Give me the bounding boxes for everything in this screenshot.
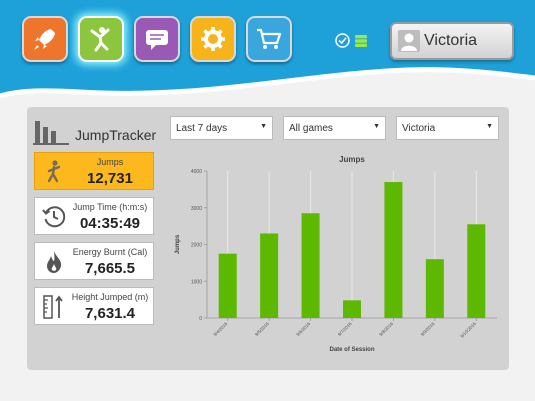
database-icon — [355, 34, 367, 47]
stat-label: Height Jumped (m) — [71, 292, 149, 302]
store-app-button[interactable] — [246, 16, 292, 62]
chart-title: Jumps — [339, 155, 365, 164]
x-tick-label: 9/6/2016 — [295, 321, 311, 337]
jumper-icon — [47, 160, 61, 183]
activity-app-button[interactable] — [78, 16, 124, 62]
chat-icon — [146, 30, 168, 50]
x-tick-label: 9/4/2016 — [212, 321, 228, 337]
user-avatar-icon — [398, 30, 420, 52]
height-ruler-icon — [43, 295, 63, 319]
x-tick-label: 9/5/2016 — [254, 321, 270, 337]
y-axis-label: Jumps — [175, 234, 181, 254]
stat-card-jump-time: Jump Time (h:m:s) 04:35:49 — [34, 197, 154, 235]
y-tick-label: 1000 — [191, 279, 202, 285]
x-tick-label: 9/9/2016 — [420, 321, 436, 337]
top-nav-bar: Victoria — [0, 0, 535, 110]
chevron-down-icon: ▼ — [260, 123, 267, 130]
cart-icon — [257, 28, 282, 49]
player-dropdown-value: Victoria — [402, 123, 436, 134]
stat-card-height: Height Jumped (m) 7,631.4 — [34, 287, 154, 325]
bar — [384, 182, 403, 318]
game-dropdown-value: All games — [289, 123, 333, 134]
y-tick-label: 4000 — [191, 169, 202, 175]
bar — [260, 233, 279, 318]
bar — [343, 300, 361, 318]
stat-value: 12,731 — [87, 170, 133, 187]
app-title: JumpTracker — [75, 127, 157, 143]
y-tick-label: 0 — [199, 316, 202, 322]
stat-label: Jump Time (h:m:s) — [72, 202, 148, 212]
x-tick-label: 9/7/2016 — [337, 321, 353, 337]
bar — [301, 213, 320, 318]
bar — [425, 259, 444, 318]
stat-value: 7,631.4 — [84, 305, 136, 322]
bar — [467, 224, 486, 318]
x-tick-label: 9/10/2016 — [459, 321, 477, 339]
y-tick-label: 3000 — [191, 206, 202, 212]
bar — [218, 253, 237, 318]
bar-chart-logo-icon — [33, 121, 69, 145]
app-logo: JumpTracker — [33, 117, 156, 145]
check-circle-icon — [335, 33, 350, 48]
messages-app-button[interactable] — [134, 16, 180, 62]
stat-value: 04:35:49 — [79, 215, 141, 232]
x-axis-label: Date of Session — [329, 347, 374, 353]
jumping-person-icon — [90, 27, 110, 52]
stat-card-energy: Energy Burnt (Cal) 7,665.5 — [34, 242, 154, 280]
gear-icon — [201, 27, 225, 51]
dashboard-panel: JumpTracker Last 7 days ▼ All games ▼ Vi… — [27, 107, 509, 370]
rocket-icon — [34, 29, 55, 50]
y-tick-label: 2000 — [191, 243, 202, 249]
user-name: Victoria — [424, 32, 478, 49]
settings-app-button[interactable] — [190, 16, 236, 62]
game-dropdown[interactable]: All games ▼ — [283, 116, 386, 140]
period-dropdown-value: Last 7 days — [176, 123, 228, 134]
rocket-app-button[interactable] — [22, 16, 68, 62]
status-icons — [335, 33, 368, 48]
clock-icon — [42, 206, 66, 228]
chevron-down-icon: ▼ — [486, 123, 493, 130]
x-tick-label: 9/8/2016 — [378, 321, 394, 337]
period-dropdown[interactable]: Last 7 days ▼ — [170, 116, 273, 140]
stat-label: Energy Burnt (Cal) — [72, 247, 148, 257]
stat-value: 7,665.5 — [84, 260, 136, 277]
player-dropdown[interactable]: Victoria ▼ — [396, 116, 499, 140]
stat-card-jumps: Jumps 12,731 — [34, 152, 154, 190]
flame-icon — [47, 251, 62, 273]
jumps-bar-chart: Jumps 0 1000 2000 3000 4000 9/4/2016 9/5/2016 9/… — [175, 155, 497, 353]
stat-label: Jumps — [96, 157, 124, 167]
user-profile-button[interactable]: Victoria — [390, 22, 514, 60]
chevron-down-icon: ▼ — [373, 123, 380, 130]
